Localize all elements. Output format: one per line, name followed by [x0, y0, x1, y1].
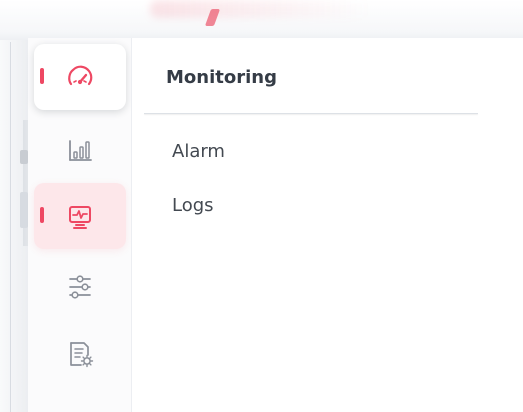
nav-item-settings[interactable]: [34, 253, 126, 319]
alarm-link[interactable]: Alarm: [172, 141, 225, 162]
nav-item-speedometer[interactable]: [34, 44, 126, 110]
monitoring-menu-screen: Monitoring Alarm Logs: [0, 0, 523, 412]
background-divider: [10, 42, 11, 412]
title-separator: [144, 113, 478, 114]
background-tab-mark: [20, 150, 28, 164]
blurred-background-element: [150, 0, 370, 18]
icon-navigation-rail: [28, 38, 132, 412]
bar-chart-icon: [69, 140, 92, 161]
sliders-icon: [69, 275, 91, 299]
settings-document-icon: [70, 342, 94, 368]
monitoring-panel: Monitoring Alarm Logs: [132, 38, 523, 412]
selected-indicator: [40, 68, 44, 84]
nav-item-monitoring[interactable]: [34, 183, 126, 249]
logs-link[interactable]: Logs: [172, 195, 214, 216]
monitoring-icon: [69, 206, 91, 229]
nav-item-charts[interactable]: [34, 116, 126, 182]
speedometer-icon: [68, 65, 93, 86]
background-tab-mark: [20, 192, 28, 228]
panel-title: Monitoring: [166, 67, 277, 88]
background-header-strip: [0, 0, 523, 40]
nav-item-documents[interactable]: [34, 321, 126, 387]
active-indicator: [40, 207, 44, 223]
